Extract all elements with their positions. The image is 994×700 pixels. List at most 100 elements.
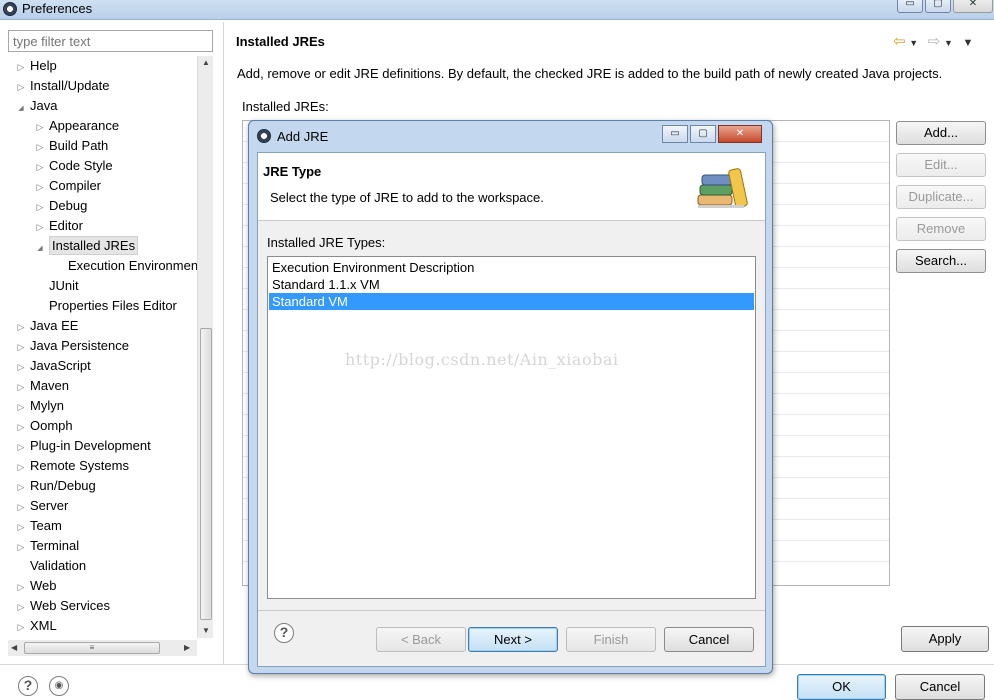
tree-item[interactable]: ▷ Plug-in Development bbox=[16, 436, 151, 456]
forward-arrow-icon[interactable]: ⇨ bbox=[928, 33, 941, 50]
back-history-dropdown-icon[interactable]: ▼ bbox=[909, 38, 918, 48]
expand-arrow-icon[interactable]: ▷ bbox=[16, 317, 26, 337]
expand-arrow-icon[interactable]: ▷ bbox=[16, 337, 26, 357]
expand-arrow-icon[interactable]: ▷ bbox=[16, 617, 26, 637]
tree-item[interactable]: ▷ Build Path bbox=[35, 136, 109, 157]
tree-item[interactable]: Properties Files Editor bbox=[35, 296, 177, 316]
scroll-right-arrow-icon[interactable]: ▶ bbox=[184, 643, 190, 652]
tree-item-label: Web bbox=[30, 578, 57, 593]
tree-item[interactable]: JUnit bbox=[35, 276, 79, 296]
tree-item[interactable]: ▷ Help bbox=[16, 56, 57, 76]
dialog-close-button[interactable]: ✕ bbox=[718, 125, 762, 143]
expand-arrow-icon[interactable]: ▷ bbox=[16, 437, 26, 457]
tree-item[interactable]: Execution Environmen bbox=[54, 256, 198, 276]
tree-vertical-scrollbar[interactable]: ▲ ▼ bbox=[197, 56, 213, 638]
collapse-arrow-icon[interactable]: ◢ bbox=[16, 99, 26, 119]
tree-item[interactable]: ▷ Java Persistence bbox=[16, 336, 129, 356]
dialog-cancel-button[interactable]: Cancel bbox=[664, 627, 754, 652]
expand-arrow-icon[interactable]: ▷ bbox=[16, 57, 26, 77]
expand-arrow-icon[interactable]: ▷ bbox=[16, 477, 26, 497]
remove-button[interactable]: Remove bbox=[896, 217, 986, 241]
ok-button[interactable]: OK bbox=[797, 674, 886, 700]
tree-item[interactable]: ▷ Code Style bbox=[35, 156, 113, 176]
expand-arrow-icon[interactable]: ▷ bbox=[35, 197, 45, 217]
tree-item[interactable]: ▷ Server bbox=[16, 496, 69, 517]
scroll-left-arrow-icon[interactable]: ◀ bbox=[11, 643, 17, 652]
pane-divider[interactable] bbox=[223, 22, 224, 664]
expand-arrow-icon[interactable]: ▷ bbox=[16, 377, 26, 397]
expand-arrow-icon[interactable]: ▷ bbox=[16, 357, 26, 377]
expand-arrow-icon[interactable]: ▷ bbox=[16, 497, 26, 517]
expand-arrow-icon[interactable]: ▷ bbox=[16, 597, 26, 617]
tree-item[interactable]: ▷ Team bbox=[16, 516, 62, 536]
add-jre-dialog[interactable]: Add JRE ▭ ▢ ✕ JRE Type Select the type o… bbox=[248, 120, 773, 674]
tree-item[interactable]: ▷ Web Services bbox=[16, 596, 110, 616]
next-button[interactable]: Next > bbox=[468, 627, 558, 652]
apply-button[interactable]: Apply bbox=[901, 626, 989, 652]
filter-input[interactable] bbox=[8, 30, 213, 52]
jre-types-list[interactable]: Execution Environment Description Standar… bbox=[267, 256, 756, 599]
cancel-button[interactable]: Cancel bbox=[895, 674, 985, 700]
list-item[interactable]: Execution Environment Description bbox=[269, 259, 754, 276]
expand-arrow-icon[interactable]: ▷ bbox=[35, 117, 45, 137]
tree-item-label: Editor bbox=[49, 218, 83, 233]
expand-arrow-icon[interactable]: ▷ bbox=[35, 217, 45, 237]
tree-item[interactable]: Validation bbox=[16, 556, 86, 576]
expand-arrow-icon[interactable]: ▷ bbox=[16, 537, 26, 557]
duplicate-button[interactable]: Duplicate... bbox=[896, 185, 986, 209]
expand-arrow-icon[interactable]: ▷ bbox=[16, 397, 26, 417]
search-button[interactable]: Search... bbox=[896, 249, 986, 273]
dialog-minimize-button[interactable]: ▭ bbox=[662, 125, 688, 143]
window-title-bar[interactable]: Preferences ▭ ▢ ✕ bbox=[0, 0, 994, 20]
tree-item[interactable]: ▷ Install/Update bbox=[16, 76, 110, 96]
finish-button[interactable]: Finish bbox=[566, 627, 656, 652]
dialog-maximize-button[interactable]: ▢ bbox=[690, 125, 716, 143]
tree-item[interactable]: ▷ Terminal bbox=[16, 536, 80, 557]
tree-item[interactable]: ▷ Compiler bbox=[35, 176, 101, 196]
list-item[interactable]: Standard 1.1.x VM bbox=[269, 276, 754, 293]
import-export-icon[interactable]: ◉ bbox=[49, 676, 69, 696]
scroll-up-arrow-icon[interactable]: ▲ bbox=[202, 58, 210, 67]
close-button[interactable]: ✕ bbox=[953, 0, 993, 13]
tree-item[interactable]: ◢ Java bbox=[16, 96, 57, 116]
expand-arrow-icon[interactable]: ▷ bbox=[35, 157, 45, 177]
view-menu-icon[interactable]: ▼ bbox=[963, 37, 974, 49]
tree-item-label: Properties Files Editor bbox=[49, 298, 177, 313]
help-icon[interactable]: ? bbox=[18, 676, 38, 696]
tree-horizontal-scrollbar[interactable]: ◀ ≡ ▶ bbox=[8, 640, 197, 656]
edit-button[interactable]: Edit... bbox=[896, 153, 986, 177]
tree-item[interactable]: ▷ XML bbox=[16, 616, 57, 636]
expand-arrow-icon[interactable]: ▷ bbox=[16, 457, 26, 477]
tree-horizontal-scroll-thumb[interactable]: ≡ bbox=[24, 642, 160, 654]
expand-arrow-icon[interactable]: ▷ bbox=[16, 77, 26, 97]
tree-item[interactable]: ▷ Java EE bbox=[16, 316, 79, 337]
tree-item[interactable]: ▷ Oomph bbox=[16, 416, 73, 436]
tree-item[interactable]: ▷ JavaScript bbox=[16, 356, 91, 376]
add-button[interactable]: Add... bbox=[896, 121, 986, 145]
scroll-down-arrow-icon[interactable]: ▼ bbox=[202, 626, 210, 635]
expand-arrow-icon[interactable]: ▷ bbox=[35, 177, 45, 197]
expand-arrow-icon[interactable]: ▷ bbox=[16, 417, 26, 437]
expand-arrow-icon[interactable]: ▷ bbox=[16, 517, 26, 537]
forward-history-dropdown-icon[interactable]: ▼ bbox=[944, 38, 953, 48]
tree-item[interactable]: ▷ Run/Debug bbox=[16, 476, 96, 496]
tree-item[interactable]: ▷ Editor bbox=[35, 216, 83, 236]
tree-item[interactable]: ▷ Appearance bbox=[35, 116, 120, 137]
expand-arrow-icon[interactable]: ▷ bbox=[35, 137, 45, 157]
minimize-button[interactable]: ▭ bbox=[897, 0, 923, 13]
tree-item[interactable]: ▷ Remote Systems bbox=[16, 456, 129, 476]
expand-arrow-icon[interactable]: ▷ bbox=[16, 577, 26, 597]
tree-vertical-scroll-thumb[interactable] bbox=[200, 328, 212, 620]
back-arrow-icon[interactable]: ⇦ bbox=[893, 33, 906, 50]
back-button[interactable]: < Back bbox=[376, 627, 466, 652]
tree-item[interactable]: ▷ Web bbox=[16, 576, 57, 596]
tree-item[interactable]: ▷ Maven bbox=[16, 376, 70, 397]
tree-item[interactable]: ▷ Debug bbox=[35, 196, 88, 217]
maximize-button[interactable]: ▢ bbox=[925, 0, 951, 13]
tree-item-label: Terminal bbox=[30, 538, 80, 553]
tree-item[interactable]: ◢ Installed JREs bbox=[35, 236, 139, 259]
collapse-arrow-icon[interactable]: ◢ bbox=[35, 239, 45, 259]
dialog-help-icon[interactable]: ? bbox=[274, 623, 294, 643]
list-item[interactable]: Standard VM bbox=[269, 293, 754, 310]
tree-item[interactable]: ▷ Mylyn bbox=[16, 396, 64, 416]
